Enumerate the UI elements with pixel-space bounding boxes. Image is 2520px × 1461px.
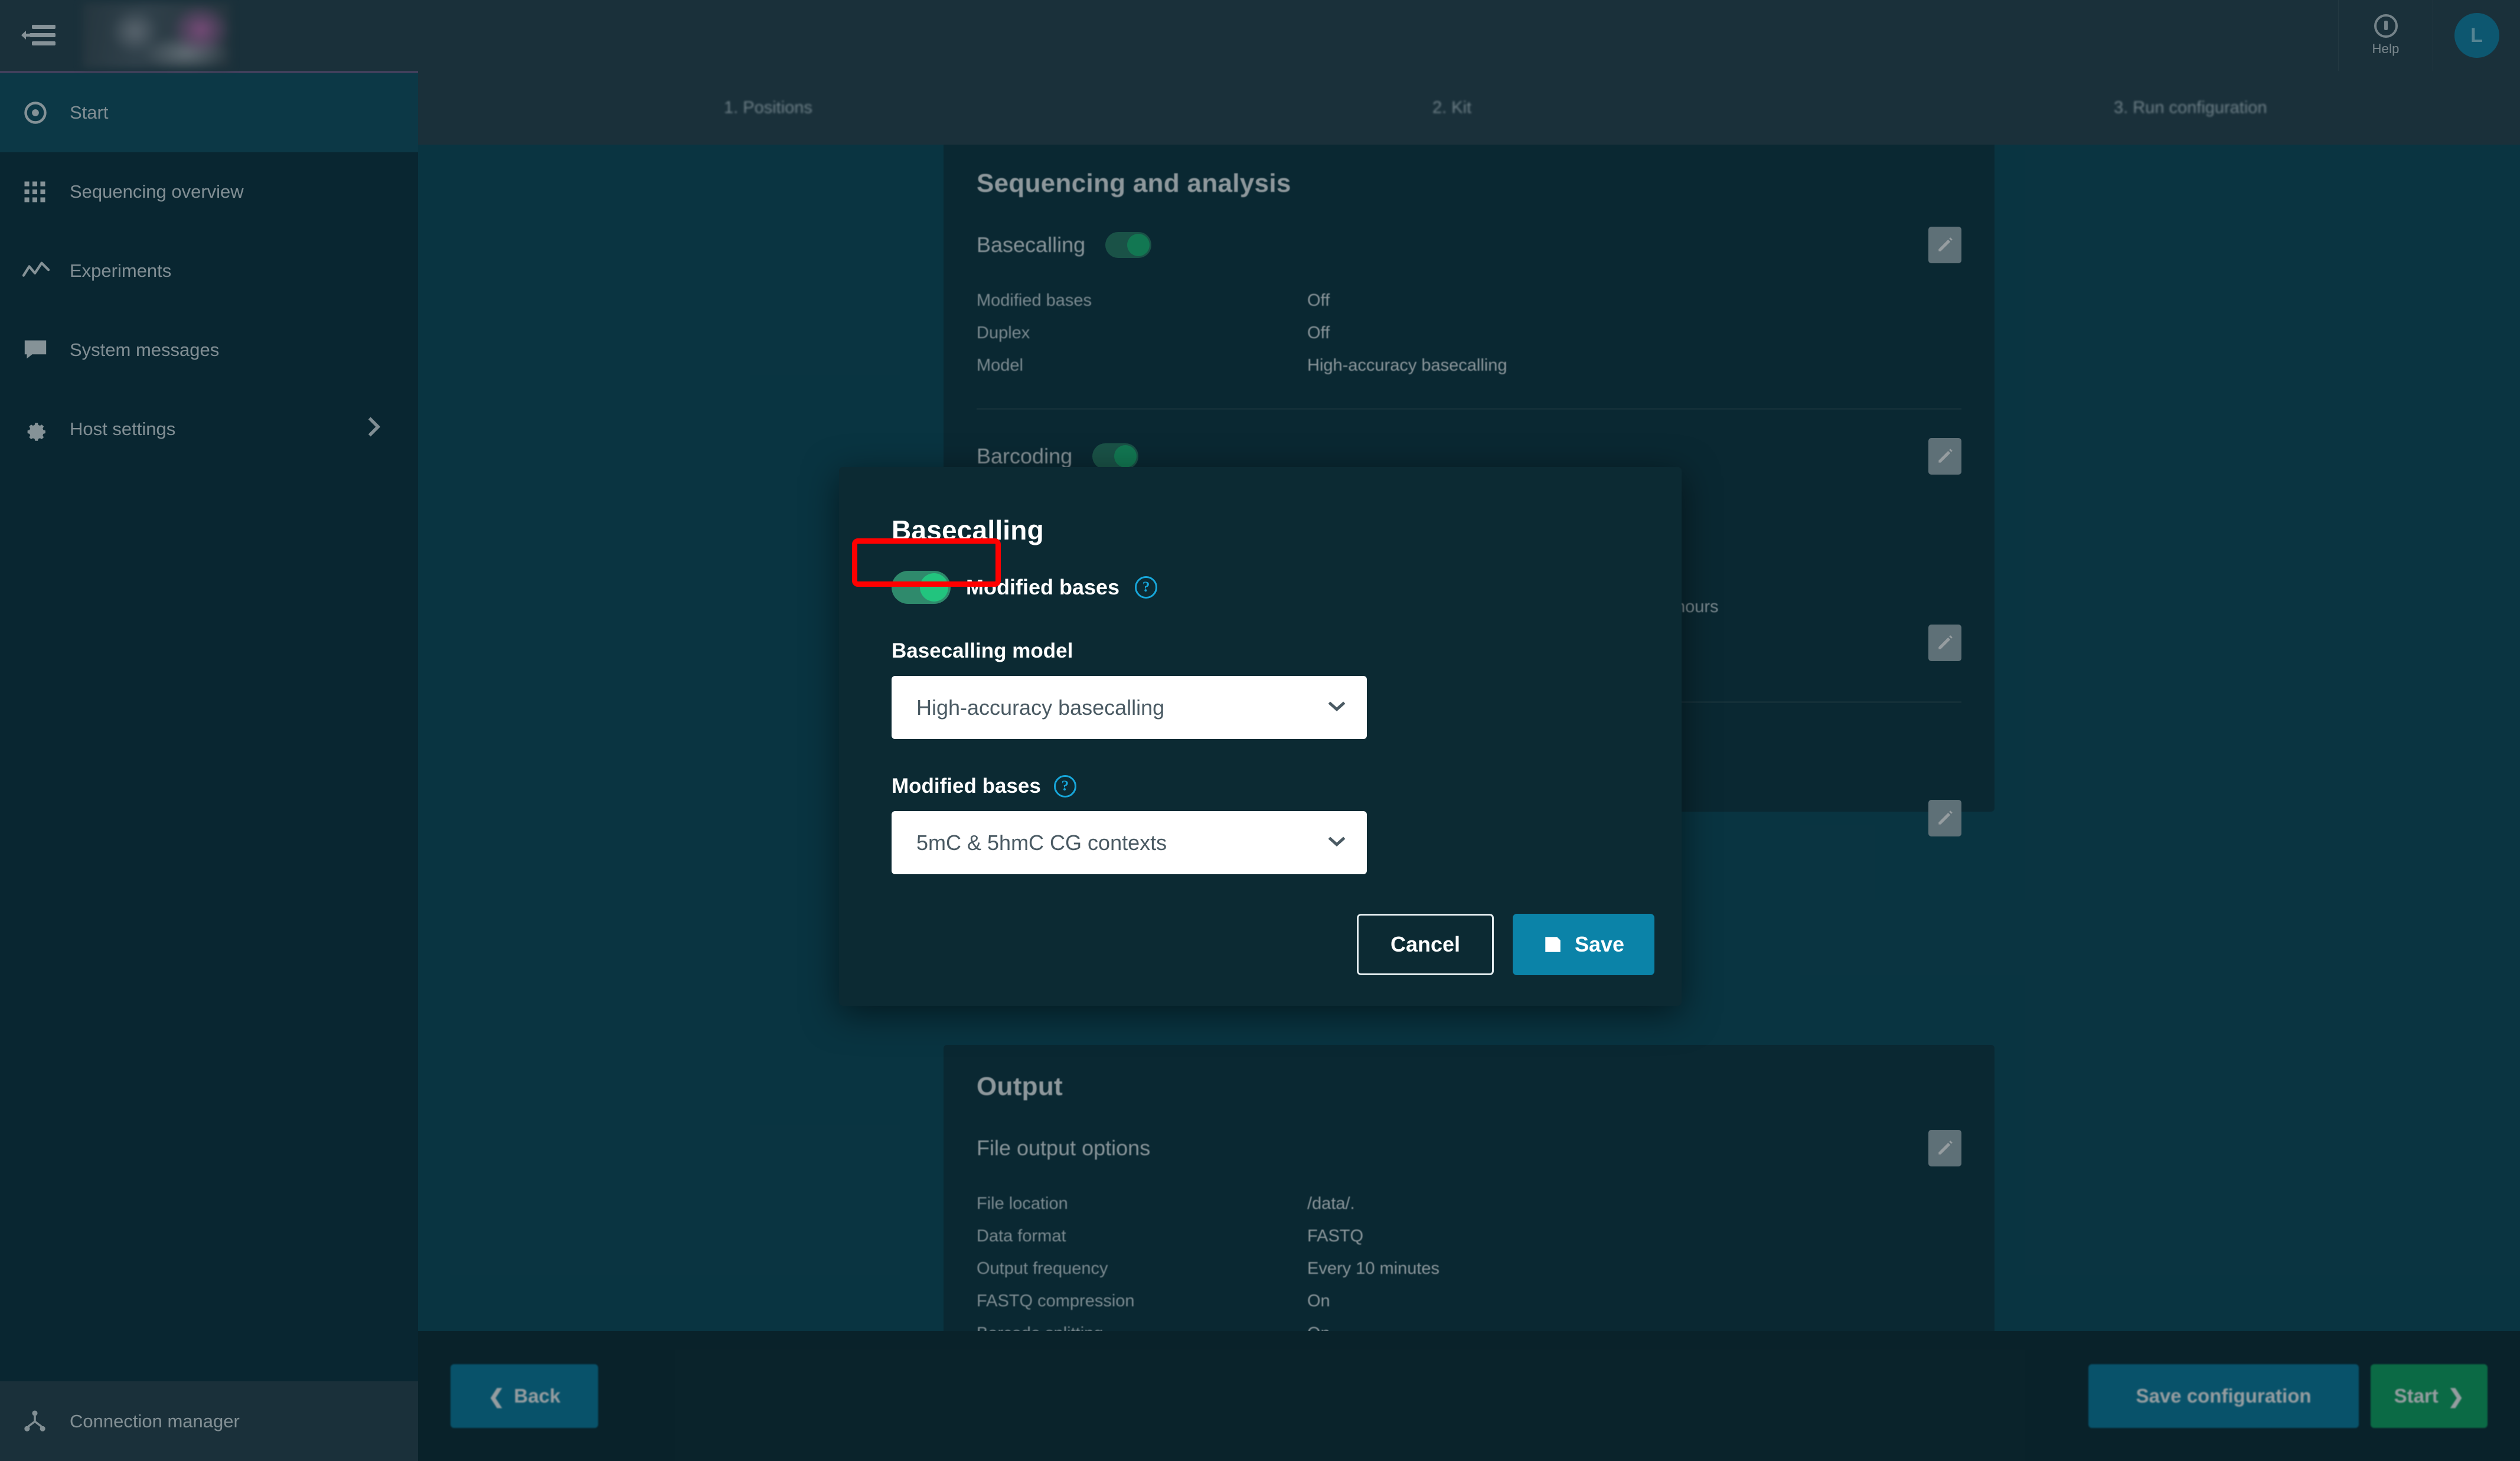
save-button[interactable]: Save: [1513, 914, 1654, 975]
modified-bases-toggle[interactable]: [892, 571, 951, 604]
modified-bases-select[interactable]: 5mC & 5hmC CG contexts: [892, 811, 1367, 874]
modified-bases-value: 5mC & 5hmC CG contexts: [916, 830, 1167, 855]
chevron-down-icon: [1327, 700, 1347, 715]
chevron-down-icon: [1327, 835, 1347, 851]
dialog-actions: Cancel Save: [1357, 914, 1654, 975]
modified-bases-toggle-row: Modified bases ?: [892, 571, 1654, 604]
chevron-down-glyph: [1328, 836, 1346, 846]
modified-bases-label-text: Modified bases: [892, 774, 1041, 797]
basecalling-model-label: Basecalling model: [892, 639, 1654, 663]
save-button-label: Save: [1574, 932, 1625, 956]
modified-bases-label: Modified bases ?: [892, 774, 1654, 798]
application-window: Help L Start Sequencing overview Experim…: [0, 0, 2520, 1461]
cancel-button[interactable]: Cancel: [1357, 914, 1494, 975]
question-mark-icon[interactable]: ?: [1135, 576, 1158, 599]
question-mark-icon[interactable]: ?: [1053, 775, 1076, 797]
chevron-down-glyph: [1328, 701, 1346, 711]
basecalling-dialog: Basecalling Modified bases ? Basecalling…: [839, 467, 1682, 1006]
basecalling-model-label-text: Basecalling model: [892, 639, 1073, 662]
floppy-disk-icon: [1545, 937, 1561, 952]
basecalling-model-select[interactable]: High-accuracy basecalling: [892, 676, 1367, 739]
dialog-title: Basecalling: [892, 515, 1044, 545]
basecalling-model-value: High-accuracy basecalling: [916, 695, 1165, 720]
modified-bases-toggle-label: Modified bases: [966, 575, 1120, 599]
